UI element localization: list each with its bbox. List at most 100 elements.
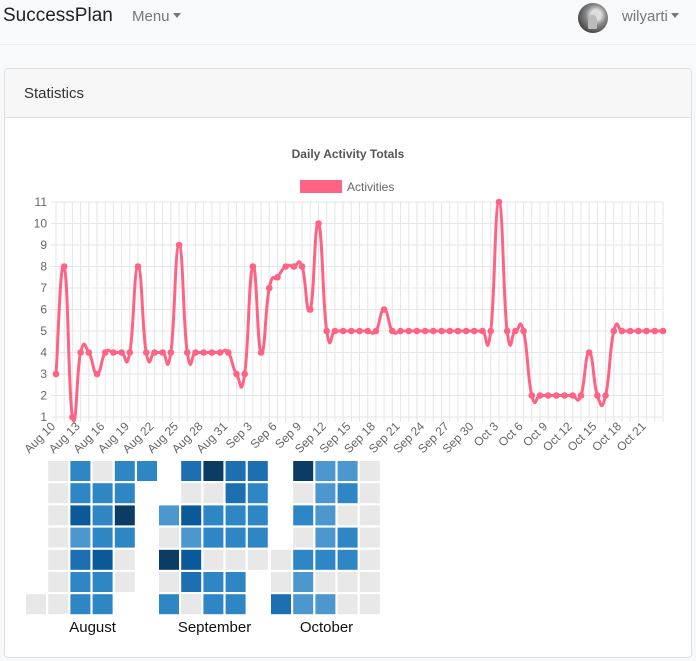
heatmap-day-cell [359, 549, 380, 570]
data-point [413, 327, 421, 335]
data-point [659, 327, 667, 335]
data-point [454, 327, 462, 335]
legend-swatch [300, 180, 342, 193]
heatmap-day-cell [114, 549, 135, 570]
heatmap-day-cell [337, 527, 358, 548]
data-point [372, 327, 380, 335]
heatmap-day-cell [159, 594, 179, 615]
heatmap-day-cell [293, 527, 314, 548]
y-tick-label: 7 [40, 281, 47, 295]
data-point [315, 220, 322, 227]
data-point [60, 263, 68, 270]
heatmap-day-cell [225, 549, 246, 570]
data-point [512, 327, 519, 335]
data-point [585, 349, 593, 356]
data-point [151, 349, 158, 356]
heatmap-day-cell [181, 527, 202, 548]
data-point [405, 327, 413, 335]
data-point [208, 349, 216, 356]
heatmap-day-cell [247, 461, 268, 481]
heatmap-day-cell [114, 461, 135, 481]
heatmap-day-cell [315, 505, 336, 526]
heatmap-day-cell [48, 461, 69, 481]
heatmap-day-cell [92, 505, 113, 526]
data-point [192, 349, 199, 356]
heatmap-day-cell [315, 594, 336, 615]
data-point [282, 263, 289, 270]
data-point [118, 349, 125, 356]
y-tick-label: 10 [34, 217, 48, 231]
chart-title: Daily Activity Totals [292, 147, 405, 161]
data-point [69, 413, 76, 421]
heatmap-day-cell [337, 505, 358, 526]
heatmap-day-cell [159, 505, 179, 526]
data-point [430, 327, 437, 335]
heatmap-day-cell [181, 594, 202, 615]
heatmap-day-cell [337, 572, 358, 592]
data-point [446, 327, 454, 335]
heatmap-day-cell [359, 505, 380, 526]
data-point [487, 327, 495, 335]
data-point [331, 327, 339, 335]
data-point [52, 370, 60, 378]
heatmap-day-cell [70, 572, 91, 592]
data-point [175, 241, 183, 249]
heatmap-day-cell [70, 461, 91, 481]
y-tick-label: 2 [40, 389, 47, 403]
data-point [495, 198, 503, 206]
y-tick-label: 6 [40, 303, 47, 317]
heatmap-day-cell [337, 549, 358, 570]
heatmap-day-cell [181, 483, 202, 504]
heatmap-day-cell [359, 594, 380, 615]
data-point [421, 327, 429, 335]
heatmap-day-cell [181, 461, 202, 481]
heatmap-day-cell [247, 527, 268, 548]
heatmap-day-cell [359, 461, 380, 481]
data-point [536, 392, 544, 399]
heatmap-day-cell [225, 483, 246, 504]
data-point [479, 327, 486, 335]
y-tick-label: 4 [40, 346, 47, 360]
heatmap-day-cell [181, 505, 202, 526]
heatmap-day-cell [203, 527, 224, 548]
data-point [438, 327, 445, 335]
month-label: October [300, 619, 353, 636]
x-tick-label: Oct 6 [495, 419, 525, 449]
data-point [323, 327, 330, 335]
data-point [306, 306, 314, 313]
data-point [101, 349, 109, 356]
heatmap-day-cell [293, 483, 314, 504]
heatmap-day-cell [293, 594, 314, 615]
data-point [618, 327, 626, 335]
heatmap-day-cell [137, 461, 157, 481]
heatmap-day-cell [114, 505, 135, 526]
data-point [110, 349, 117, 356]
heatmap-day-cell [293, 549, 314, 570]
heatmap-day-cell [48, 594, 69, 615]
heatmap-day-cell [114, 483, 135, 504]
data-point [544, 392, 552, 399]
data-point [298, 263, 306, 270]
heatmap-day-cell [92, 527, 113, 548]
data-point [643, 327, 650, 335]
heatmap-day-cell [203, 572, 224, 592]
heatmap-day-cell [359, 572, 380, 592]
heatmap-day-cell [48, 483, 69, 504]
y-tick-label: 9 [40, 238, 47, 252]
heatmap-day-cell [293, 572, 314, 592]
data-point [167, 349, 175, 356]
y-tick-label: 11 [35, 195, 48, 209]
data-point [233, 370, 240, 378]
heatmap-day-cell [247, 549, 268, 570]
data-point [577, 392, 585, 399]
data-point [142, 349, 150, 356]
month-label: August [69, 619, 117, 636]
heatmap-day-cell [225, 572, 246, 592]
heatmap-day-cell [181, 572, 202, 592]
data-point [610, 327, 618, 335]
data-point [389, 327, 396, 335]
data-point [602, 392, 609, 399]
heatmap-day-cell [315, 483, 336, 504]
heatmap-day-cell [271, 549, 291, 570]
heatmap-day-cell [203, 483, 224, 504]
